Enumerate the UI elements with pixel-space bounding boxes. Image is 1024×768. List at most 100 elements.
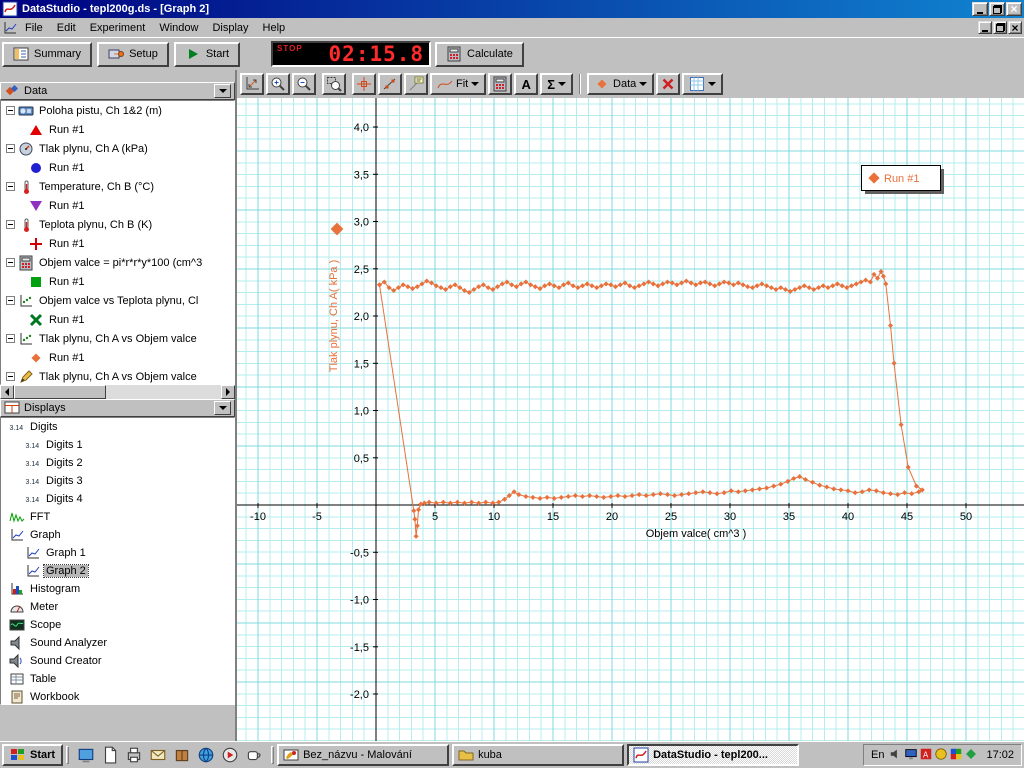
data-source-item[interactable]: Tlak plynu, Ch A (kPa): [1, 139, 234, 158]
menu-file[interactable]: File: [18, 20, 50, 36]
start-button[interactable]: Start: [173, 41, 241, 67]
display-item-meter[interactable]: Meter: [1, 598, 234, 616]
smart-tool-button[interactable]: [352, 73, 376, 95]
data-source-item[interactable]: Teplota plynu, Ch B (K): [1, 215, 234, 234]
run-item[interactable]: Run #1: [1, 234, 234, 253]
run-item[interactable]: Run #1: [1, 158, 234, 177]
run-item[interactable]: Run #1: [1, 348, 234, 367]
display-item-label: FFT: [30, 511, 51, 523]
quicklaunch-desktop-icon[interactable]: [75, 744, 97, 766]
close-button[interactable]: ×: [1006, 2, 1022, 16]
data-panel-menu-button[interactable]: [214, 84, 231, 98]
language-indicator[interactable]: En: [871, 749, 884, 761]
child-minimize-button[interactable]: [978, 21, 992, 34]
display-item-fft[interactable]: FFT: [1, 508, 234, 526]
run-item[interactable]: Run #1: [1, 196, 234, 215]
scale-to-fit-button[interactable]: [240, 73, 264, 95]
zoom-in-button[interactable]: [266, 73, 290, 95]
quicklaunch-coffee-icon[interactable]: [243, 744, 265, 766]
display-item-digits-1[interactable]: 3.14 Digits 1: [1, 436, 234, 454]
menu-help[interactable]: Help: [256, 20, 293, 36]
graph-settings-button[interactable]: [682, 73, 724, 95]
display-item-graph-1[interactable]: Graph 1: [1, 544, 234, 562]
expand-toggle-icon[interactable]: [6, 144, 15, 153]
taskbar-task[interactable]: DataStudio - tepl200...: [627, 744, 800, 766]
scrollbar-thumb[interactable]: [14, 385, 106, 399]
scrollbar-track[interactable]: [14, 385, 221, 399]
display-item-label: Digits 3: [46, 475, 83, 487]
taskbar-task[interactable]: kuba: [452, 744, 625, 766]
display-item-digits-4[interactable]: 3.14 Digits 4: [1, 490, 234, 508]
child-restore-button[interactable]: [993, 21, 1007, 34]
expand-toggle-icon[interactable]: [6, 182, 15, 191]
display-item-graph-2[interactable]: Graph 2: [1, 562, 234, 580]
run-item[interactable]: Run #1: [1, 120, 234, 139]
start-menu-button[interactable]: Start: [2, 744, 64, 766]
expand-toggle-icon[interactable]: [6, 372, 15, 381]
tray-yellow-badge-icon[interactable]: [933, 746, 948, 761]
minimize-button[interactable]: [972, 2, 988, 16]
graph-canvas[interactable]: -10 -5 5 10 15 20 25 30 35 40 45 50 4,0 3,5 3,0 2,5 2,0 1…: [237, 98, 1024, 741]
run-item[interactable]: Run #1: [1, 310, 234, 329]
zoom-select-button[interactable]: [322, 73, 346, 95]
graph-plot-area[interactable]: -10 -5 5 10 15 20 25 30 35 40 45 50 4,0 3,5 3,0 2,5 2,0 1…: [237, 98, 1024, 741]
scroll-left-button[interactable]: [0, 385, 14, 399]
remove-data-button[interactable]: [656, 73, 681, 95]
quicklaunch-globe-icon[interactable]: [195, 744, 217, 766]
display-item-scope[interactable]: Scope: [1, 616, 234, 634]
quicklaunch-mail-icon[interactable]: [147, 744, 169, 766]
quicklaunch-printer-icon[interactable]: [123, 744, 145, 766]
menu-experiment[interactable]: Experiment: [83, 20, 153, 36]
display-item-graph[interactable]: Graph: [1, 526, 234, 544]
calculator-tool-button[interactable]: [488, 73, 513, 95]
display-item-sound-creator[interactable]: Sound Creator: [1, 652, 234, 670]
note-tool-button[interactable]: [404, 73, 428, 95]
child-close-button[interactable]: ×: [1008, 21, 1022, 34]
displays-panel-menu-button[interactable]: [214, 401, 231, 415]
data-source-item[interactable]: Objem valce vs Teplota plynu, Cl: [1, 291, 234, 310]
restore-button[interactable]: [989, 2, 1005, 16]
expand-toggle-icon[interactable]: [6, 334, 15, 343]
setup-button[interactable]: Setup: [97, 41, 169, 67]
data-source-item[interactable]: Tlak plynu, Ch A vs Objem valce: [1, 329, 234, 348]
data-source-item[interactable]: Temperature, Ch B (°C): [1, 177, 234, 196]
menu-window[interactable]: Window: [152, 20, 205, 36]
display-item-digits[interactable]: 3.14 Digits: [1, 418, 234, 436]
svg-text:3.14: 3.14: [10, 425, 24, 432]
tray-green-badge-icon[interactable]: [963, 746, 978, 761]
tray-volume-icon[interactable]: [888, 746, 903, 761]
display-item-table[interactable]: Table: [1, 670, 234, 688]
statistics-menu-button[interactable]: Σ: [540, 73, 574, 95]
calculate-button[interactable]: Calculate: [435, 41, 524, 67]
data-source-item[interactable]: Objem valce = pi*r*r*y*100 (cm^3: [1, 253, 234, 272]
display-item-digits-3[interactable]: 3.14 Digits 3: [1, 472, 234, 490]
menu-display[interactable]: Display: [205, 20, 255, 36]
display-item-label: Sound Analyzer: [30, 637, 108, 649]
expand-toggle-icon[interactable]: [6, 258, 15, 267]
data-source-item[interactable]: Poloha pistu, Ch 1&2 (m): [1, 101, 234, 120]
tray-multi-badge-icon[interactable]: [948, 746, 963, 761]
expand-toggle-icon[interactable]: [6, 220, 15, 229]
display-item-digits-2[interactable]: 3.14 Digits 2: [1, 454, 234, 472]
tray-red-badge-icon[interactable]: A: [918, 746, 933, 761]
display-item-workbook[interactable]: Workbook: [1, 688, 234, 704]
display-item-sound-analyzer[interactable]: Sound Analyzer: [1, 634, 234, 652]
expand-toggle-icon[interactable]: [6, 296, 15, 305]
data-source-item[interactable]: Tlak plynu, Ch A vs Objem valce: [1, 367, 234, 384]
menu-edit[interactable]: Edit: [50, 20, 83, 36]
slope-tool-button[interactable]: [378, 73, 402, 95]
text-tool-button[interactable]: A: [514, 73, 539, 95]
data-menu-button[interactable]: Data: [587, 73, 655, 95]
scroll-right-button[interactable]: [221, 385, 235, 399]
taskbar-task[interactable]: Bez_názvu - Malování: [277, 744, 450, 766]
display-item-histogram[interactable]: Histogram: [1, 580, 234, 598]
fit-menu-button[interactable]: Fit: [430, 73, 487, 95]
quicklaunch-package-icon[interactable]: [171, 744, 193, 766]
run-item[interactable]: Run #1: [1, 272, 234, 291]
expand-toggle-icon[interactable]: [6, 106, 15, 115]
quicklaunch-document-icon[interactable]: [99, 744, 121, 766]
summary-button[interactable]: Summary: [2, 41, 93, 67]
zoom-out-button[interactable]: [292, 73, 316, 95]
quicklaunch-media-icon[interactable]: [219, 744, 241, 766]
tray-monitor-icon[interactable]: [903, 746, 918, 761]
